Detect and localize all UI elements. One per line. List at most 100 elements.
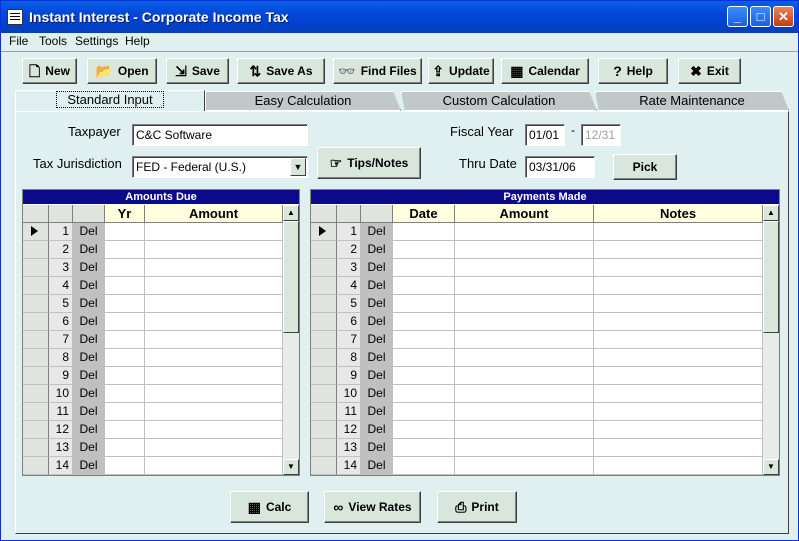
row-selector[interactable] [23, 385, 49, 403]
cell-yr[interactable] [105, 403, 145, 421]
scrollbar-thumb[interactable] [763, 221, 779, 333]
row-selector[interactable] [311, 223, 337, 241]
cell-amount[interactable] [145, 403, 283, 421]
delete-row-button[interactable]: Del [73, 439, 105, 457]
row-selector[interactable] [23, 367, 49, 385]
row-selector[interactable] [23, 403, 49, 421]
cell-amount[interactable] [455, 385, 594, 403]
cell-notes[interactable] [594, 367, 763, 385]
cell-notes[interactable] [594, 403, 763, 421]
row-selector[interactable] [311, 313, 337, 331]
cell-notes[interactable] [594, 313, 763, 331]
cell-amount[interactable] [455, 349, 594, 367]
cell-yr[interactable] [105, 295, 145, 313]
row-selector[interactable] [23, 457, 49, 475]
cell-yr[interactable] [105, 349, 145, 367]
delete-row-button[interactable]: Del [73, 385, 105, 403]
new-button[interactable]: 🗋 New [22, 58, 77, 84]
row-selector[interactable] [311, 295, 337, 313]
cell-amount[interactable] [145, 367, 283, 385]
fiscal-start-input[interactable]: 01/01 [525, 124, 565, 146]
cell-yr[interactable] [105, 241, 145, 259]
tab-rate-maintenance[interactable]: Rate Maintenance [595, 91, 789, 111]
cell-notes[interactable] [594, 439, 763, 457]
cell-date[interactable] [393, 367, 455, 385]
delete-row-button[interactable]: Del [361, 241, 393, 259]
row-selector[interactable] [23, 349, 49, 367]
taxpayer-input[interactable]: C&C Software [132, 124, 308, 146]
cell-date[interactable] [393, 277, 455, 295]
row-selector[interactable] [311, 457, 337, 475]
update-button[interactable]: ⇪ Update [428, 58, 494, 84]
cell-amount[interactable] [455, 457, 594, 475]
delete-row-button[interactable]: Del [361, 349, 393, 367]
delete-row-button[interactable]: Del [361, 421, 393, 439]
cell-yr[interactable] [105, 457, 145, 475]
delete-row-button[interactable]: Del [361, 457, 393, 475]
row-selector[interactable] [311, 385, 337, 403]
row-selector[interactable] [23, 277, 49, 295]
row-selector[interactable] [23, 331, 49, 349]
cell-amount[interactable] [145, 457, 283, 475]
cell-amount[interactable] [145, 223, 283, 241]
delete-row-button[interactable]: Del [73, 259, 105, 277]
cell-date[interactable] [393, 457, 455, 475]
cell-amount[interactable] [145, 439, 283, 457]
cell-notes[interactable] [594, 241, 763, 259]
cell-amount[interactable] [145, 277, 283, 295]
cell-date[interactable] [393, 403, 455, 421]
cell-date[interactable] [393, 259, 455, 277]
chevron-down-icon[interactable]: ▼ [290, 158, 306, 176]
thru-date-input[interactable]: 03/31/06 [525, 156, 595, 178]
vertical-scrollbar[interactable]: ▲ ▼ [763, 205, 779, 475]
cell-yr[interactable] [105, 313, 145, 331]
cell-notes[interactable] [594, 457, 763, 475]
cell-yr[interactable] [105, 385, 145, 403]
cell-date[interactable] [393, 385, 455, 403]
cell-amount[interactable] [145, 313, 283, 331]
delete-row-button[interactable]: Del [73, 223, 105, 241]
row-selector[interactable] [23, 313, 49, 331]
row-selector[interactable] [23, 223, 49, 241]
delete-row-button[interactable]: Del [73, 313, 105, 331]
cell-date[interactable] [393, 349, 455, 367]
cell-date[interactable] [393, 223, 455, 241]
scroll-down-arrow-icon[interactable]: ▼ [283, 459, 299, 475]
delete-row-button[interactable]: Del [73, 421, 105, 439]
delete-row-button[interactable]: Del [361, 439, 393, 457]
cell-notes[interactable] [594, 421, 763, 439]
row-selector[interactable] [311, 367, 337, 385]
row-selector[interactable] [311, 241, 337, 259]
row-selector[interactable] [23, 421, 49, 439]
cell-amount[interactable] [455, 277, 594, 295]
tab-easy-calculation[interactable]: Easy Calculation [205, 91, 401, 111]
cell-amount[interactable] [455, 295, 594, 313]
maximize-button[interactable]: □ [750, 6, 771, 27]
delete-row-button[interactable]: Del [73, 349, 105, 367]
cell-date[interactable] [393, 241, 455, 259]
tab-custom-calculation[interactable]: Custom Calculation [401, 91, 597, 111]
row-selector[interactable] [23, 295, 49, 313]
minimize-button[interactable]: _ [727, 6, 748, 27]
cell-yr[interactable] [105, 259, 145, 277]
delete-row-button[interactable]: Del [361, 259, 393, 277]
row-selector[interactable] [311, 403, 337, 421]
cell-amount[interactable] [455, 259, 594, 277]
cell-amount[interactable] [145, 295, 283, 313]
calendar-button[interactable]: ▦ Calendar [501, 58, 589, 84]
print-button[interactable]: ⎙ Print [437, 491, 517, 523]
help-button[interactable]: ? Help [598, 58, 668, 84]
row-selector[interactable] [311, 259, 337, 277]
delete-row-button[interactable]: Del [73, 457, 105, 475]
cell-amount[interactable] [145, 259, 283, 277]
delete-row-button[interactable]: Del [361, 385, 393, 403]
row-selector[interactable] [23, 259, 49, 277]
delete-row-button[interactable]: Del [361, 331, 393, 349]
cell-amount[interactable] [145, 331, 283, 349]
cell-yr[interactable] [105, 331, 145, 349]
cell-date[interactable] [393, 331, 455, 349]
menu-settings[interactable]: Settings [75, 34, 118, 48]
cell-amount[interactable] [455, 439, 594, 457]
close-button[interactable]: ✕ [773, 6, 794, 27]
cell-notes[interactable] [594, 277, 763, 295]
